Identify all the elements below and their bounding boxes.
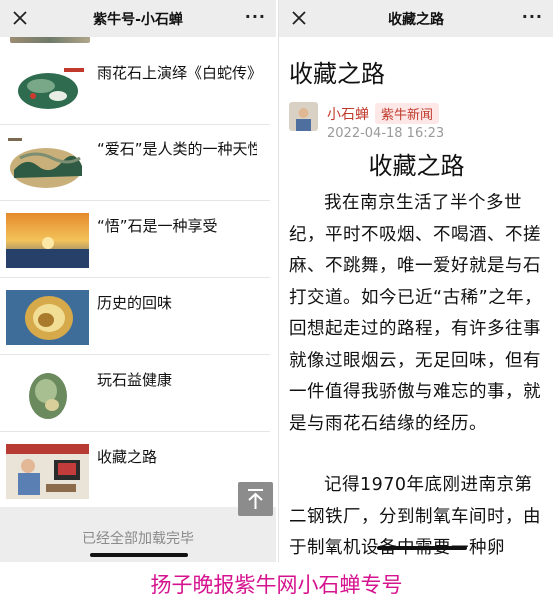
thumbnail-image [6,136,89,191]
home-indicator[interactable] [377,546,467,550]
list-item[interactable]: 历史的回味 [0,280,270,355]
page-title: 收藏之路 [388,11,444,28]
item-title: “悟”石是一种享受 [97,217,218,235]
account-article-list-screen: 紫牛号-小石蝉 ··· 雨花石上演绎《白蛇传》 “爱石”是人类的一种天性 “悟”… [0,0,276,562]
list-item[interactable]: 玩石益健康 [0,357,270,432]
home-indicator[interactable] [90,553,188,557]
thumbnail-image [6,367,89,422]
item-title: 玩石益健康 [97,371,173,389]
list-item[interactable]: 雨花石上演绎《白蛇传》 [0,50,270,125]
thumbnail-image [6,213,89,268]
thumbnail-image [6,290,89,345]
close-icon[interactable] [289,8,309,28]
list-item[interactable]: “爱石”是人类的一种天性，上党自身的发展 [0,126,270,201]
publish-time: 2022-04-18 16:23 [327,126,445,141]
more-dots-icon[interactable]: ··· [522,9,543,25]
article-paragraph: 我在南京生活了半个多世纪，平时不吸烟、不喝酒、不搓麻、不跳舞，唯一爱好就是与石打… [289,193,543,434]
author-name[interactable]: 小石蝉 [327,104,369,124]
left-nav-bar: 紫牛号-小石蝉 ··· [0,0,276,37]
article-subheading: 收藏之路 [368,152,465,180]
publisher-badge[interactable]: 紫牛新闻 [375,103,440,124]
item-title: “爱石”是人类的一种天性，上党自身的发展 [97,140,257,158]
more-dots-icon[interactable]: ··· [245,9,266,25]
previous-item-thumbnail [10,37,90,43]
load-complete-text: 已经全部加载完毕 [82,531,194,547]
item-title: 历史的回味 [97,294,173,312]
right-nav-bar: 收藏之路 ··· [279,0,553,37]
list-item[interactable]: “悟”石是一种享受 [0,203,270,278]
arrow-up-to-top-icon [238,489,273,520]
image-caption: 扬子晚报紫牛网小石蝉专号 [150,573,403,597]
article-detail-screen: 收藏之路 ··· 收藏之路 小石蝉 紫牛新闻 2022-04-18 16:23 … [278,0,553,562]
list-item[interactable]: 收藏之路 [0,434,270,507]
article-title: 收藏之路 [289,60,385,88]
item-title: 雨花石上演绎《白蛇传》 [97,64,257,82]
item-title: 收藏之路 [97,448,158,466]
close-icon[interactable] [10,8,30,28]
account-name: 紫牛号-小石蝉 [93,11,183,28]
avatar[interactable] [289,102,318,131]
article-list: 雨花石上演绎《白蛇传》 “爱石”是人类的一种天性，上党自身的发展 [0,37,276,507]
thumbnail-image [6,60,89,115]
thumbnail-image [6,444,89,499]
back-to-top-button[interactable] [238,482,273,516]
